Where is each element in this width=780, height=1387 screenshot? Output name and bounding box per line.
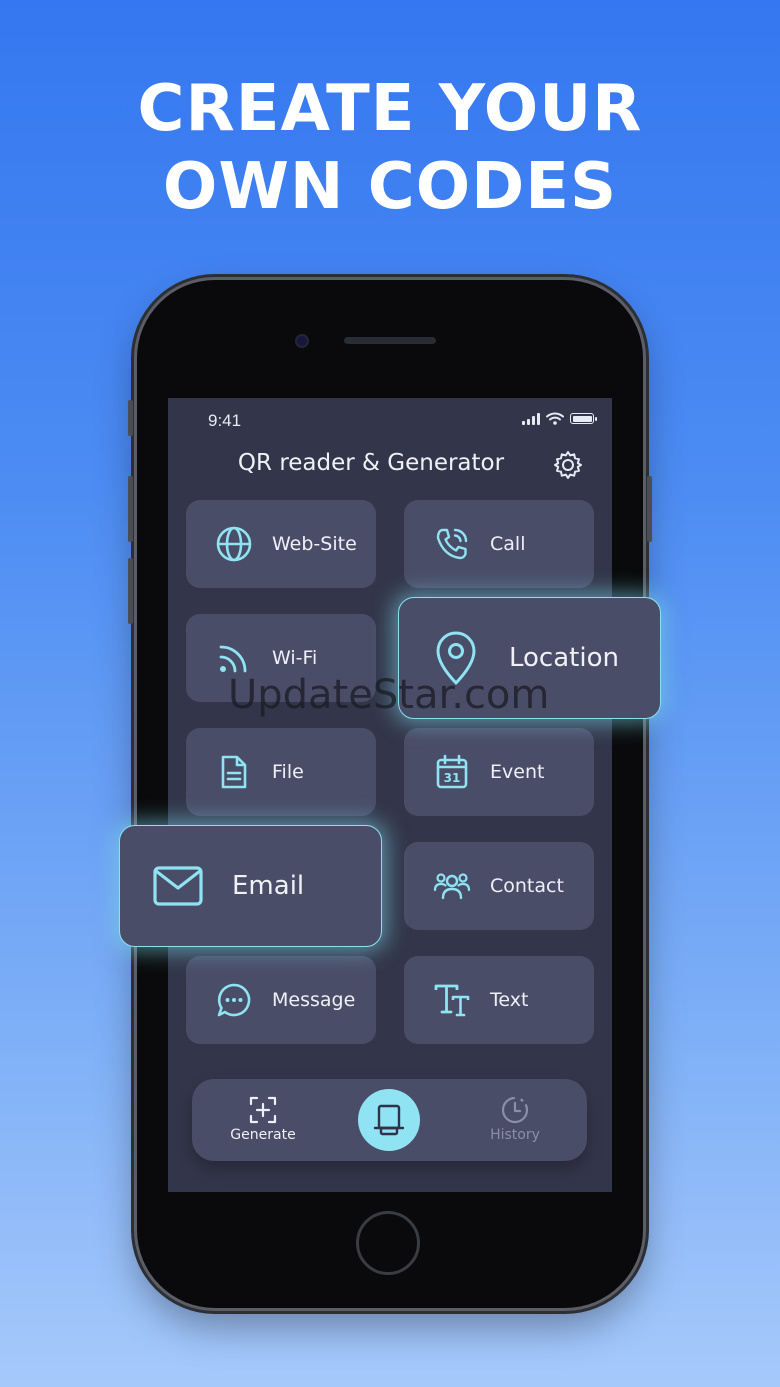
tile-web-site[interactable]: Web-Site (186, 500, 376, 588)
tile-label: Text (490, 989, 529, 1011)
nav-generate-label: Generate (230, 1127, 296, 1143)
nav-scan-button[interactable] (358, 1089, 420, 1151)
app-title: QR reader & Generator (237, 450, 505, 476)
nav-generate[interactable]: Generate (218, 1095, 308, 1143)
wifi-status-icon (546, 412, 564, 425)
phone-screen: 9:41 QR reader & Generator Web-Site Call… (168, 398, 612, 1192)
front-camera (297, 336, 307, 346)
status-icons (522, 412, 597, 425)
status-time: 9:41 (208, 411, 242, 430)
generate-icon (249, 1096, 277, 1124)
message-icon (214, 980, 254, 1020)
mute-switch (128, 400, 133, 436)
tile-label: Call (490, 533, 526, 555)
power-button (647, 476, 652, 542)
calendar-day-text: 31 (444, 771, 461, 785)
calendar-icon: 31 (432, 752, 472, 792)
earpiece-speaker (344, 337, 436, 344)
headline-line-2: OWN CODES (162, 150, 618, 224)
tile-label: Wi-Fi (272, 647, 318, 669)
signal-icon (522, 412, 540, 425)
tile-label: Event (490, 761, 545, 783)
tile-contact[interactable]: Contact (404, 842, 594, 930)
nav-history[interactable]: History (470, 1095, 560, 1143)
tile-event[interactable]: 31 Event (404, 728, 594, 816)
watermark: UpdateStar.com (228, 672, 550, 718)
contacts-icon (432, 866, 472, 906)
tile-label: File (272, 761, 304, 783)
tile-label: Email (232, 871, 305, 901)
nav-history-label: History (490, 1127, 540, 1143)
volume-down-button (128, 558, 133, 624)
scanner-icon (373, 1104, 405, 1136)
tile-text[interactable]: Text (404, 956, 594, 1044)
headline: CREATE YOUR OWN CODES (0, 70, 780, 226)
tile-call[interactable]: Call (404, 500, 594, 588)
home-button[interactable] (356, 1211, 420, 1275)
tile-message[interactable]: Message (186, 956, 376, 1044)
tile-label: Web-Site (272, 533, 357, 555)
tile-file[interactable]: File (186, 728, 376, 816)
history-icon (501, 1096, 529, 1124)
phone-call-icon (432, 524, 472, 564)
text-icon (432, 980, 472, 1020)
file-icon (214, 752, 254, 792)
volume-up-button (128, 476, 133, 542)
mail-icon (153, 866, 203, 906)
tile-label: Message (272, 989, 356, 1011)
battery-icon (570, 413, 597, 424)
tile-label: Contact (490, 875, 564, 897)
headline-line-1: CREATE YOUR (137, 72, 643, 146)
gear-icon[interactable] (552, 449, 584, 481)
bottom-nav: Generate History (192, 1079, 587, 1161)
tile-label: Location (509, 643, 619, 673)
globe-icon (214, 524, 254, 564)
status-bar: 9:41 (168, 398, 612, 442)
tile-email-highlighted[interactable]: Email (119, 825, 382, 947)
